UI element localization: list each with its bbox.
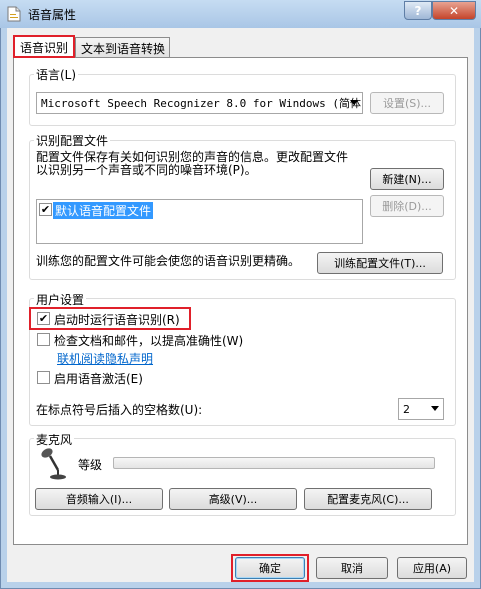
spaces-select[interactable]: 2 [398,398,444,420]
checkmark-icon: ✔ [38,312,49,325]
audio-input-button[interactable]: 音频输入(I)... [35,488,163,510]
language-group-label: 语言(L) [34,66,79,83]
app-icon [7,6,21,22]
cancel-button[interactable]: 取消 [316,557,388,579]
train-profile-button[interactable]: 训练配置文件(T)... [317,252,443,274]
language-settings-button[interactable]: 设置(S)... [370,92,444,114]
profile-checkbox[interactable]: ✔ [39,203,52,216]
language-select[interactable]: Microsoft Speech Recognizer 8.0 for Wind… [36,92,363,114]
train-profile-text: 训练您的配置文件可能会使您的语音识别更精确。 [36,254,301,268]
language-select-value: Microsoft Speech Recognizer 8.0 for Wind… [41,97,363,110]
close-icon: ✕ [448,3,460,18]
mic-level-meter [113,457,435,469]
configure-microphone-button[interactable]: 配置麦克风(C)... [304,488,432,510]
tab-text-to-speech[interactable]: 文本到语音转换 [75,37,170,57]
mic-level-label: 等级 [78,458,103,472]
advanced-button[interactable]: 高级(V)... [169,488,297,510]
delete-profile-button[interactable]: 删除(D)... [370,195,444,217]
ok-button[interactable]: 确定 [235,557,305,579]
spaces-select-value: 2 [403,402,410,416]
review-docs-label[interactable]: 检查文档和邮件，以提高准确性(W) [54,332,243,349]
run-at-startup-label[interactable]: 启动时运行语音识别(R) [54,311,180,328]
close-button[interactable]: ✕ [432,1,476,20]
run-at-startup-checkbox[interactable]: ✔ [37,312,50,325]
privacy-link[interactable]: 联机阅读隐私声明 [57,350,153,367]
profiles-description-line2: 以识别另一个声音或不同的噪音环境(P)。 [36,163,257,177]
help-button[interactable]: ? [404,1,432,20]
chevron-down-icon [431,406,439,411]
help-icon: ? [414,3,422,18]
chevron-down-icon [350,100,358,105]
voice-activation-label[interactable]: 启用语音激活(E) [54,370,143,387]
apply-button[interactable]: 应用(A) [397,557,467,579]
spaces-label: 在标点符号后插入的空格数(U): [36,403,203,417]
user-settings-group-label: 用户设置 [34,291,87,308]
voice-activation-checkbox[interactable] [37,371,50,384]
microphone-icon [38,446,68,480]
window-title: 语音属性 [28,8,77,22]
checkmark-icon: ✔ [40,203,51,216]
new-profile-button[interactable]: 新建(N)... [370,168,444,190]
profile-list-item[interactable]: 默认语音配置文件 [53,202,154,219]
review-docs-checkbox[interactable] [37,333,50,346]
profiles-group-label: 识别配置文件 [34,132,111,149]
tab-speech-recognition[interactable]: 语音识别 [13,35,75,58]
